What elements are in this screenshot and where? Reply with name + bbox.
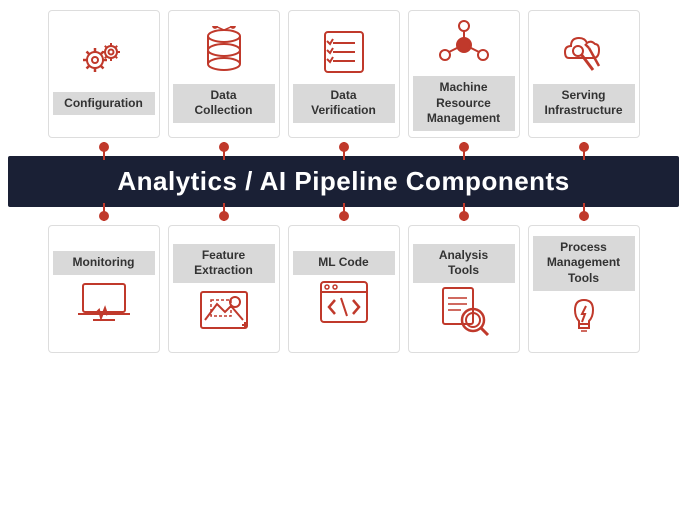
card-configuration: Configuration (48, 10, 160, 138)
connector-top-3 (288, 142, 400, 152)
icon-data-collection (194, 25, 254, 80)
connector-top-2 (168, 142, 280, 152)
card-feature-extraction: FeatureExtraction (168, 225, 280, 353)
icon-machine-resource (434, 17, 494, 72)
connector-top-1 (48, 142, 160, 152)
label-ml-code: ML Code (293, 251, 395, 275)
label-machine-resource: MachineResourceManagement (413, 76, 515, 131)
connector-bot-3 (288, 211, 400, 221)
card-analysis-tools: AnalysisTools (408, 225, 520, 353)
card-monitoring: Monitoring (48, 225, 160, 353)
connector-top-4 (408, 142, 520, 152)
label-monitoring: Monitoring (53, 251, 155, 275)
icon-serving-infrastructure (554, 25, 614, 80)
label-data-collection: DataCollection (173, 84, 275, 123)
label-data-verification: DataVerification (293, 84, 395, 123)
bottom-label-row: Monitoring FeatureExtraction (8, 225, 679, 353)
label-analysis-tools: AnalysisTools (413, 244, 515, 283)
label-process-management: ProcessManagementTools (533, 236, 635, 291)
icon-data-verification (314, 25, 374, 80)
label-feature-extraction: FeatureExtraction (173, 244, 275, 283)
connector-row-bottom (8, 207, 679, 225)
connector-row-top (8, 138, 679, 156)
connector-bot-1 (48, 211, 160, 221)
icon-analysis-tools (434, 283, 494, 338)
card-machine-resource: MachineResourceManagement (408, 10, 520, 138)
connector-bot-2 (168, 211, 280, 221)
top-icon-row: Configuration (8, 10, 679, 138)
card-data-verification: DataVerification (288, 10, 400, 138)
icon-ml-code (314, 275, 374, 330)
icon-process-management (554, 291, 614, 346)
card-data-collection: DataCollection (168, 10, 280, 138)
card-process-management: ProcessManagementTools (528, 225, 640, 353)
label-serving-infrastructure: ServingInfrastructure (533, 84, 635, 123)
connector-bot-4 (408, 211, 520, 221)
pipeline-banner: Analytics / AI Pipeline Components (8, 156, 679, 207)
label-configuration: Configuration (53, 92, 155, 116)
main-container: Configuration (0, 0, 687, 521)
connector-top-5 (528, 142, 640, 152)
icon-monitoring (74, 275, 134, 330)
connector-bot-5 (528, 211, 640, 221)
icon-configuration (74, 33, 134, 88)
icon-feature-extraction (194, 283, 254, 338)
card-ml-code: ML Code (288, 225, 400, 353)
card-serving-infrastructure: ServingInfrastructure (528, 10, 640, 138)
